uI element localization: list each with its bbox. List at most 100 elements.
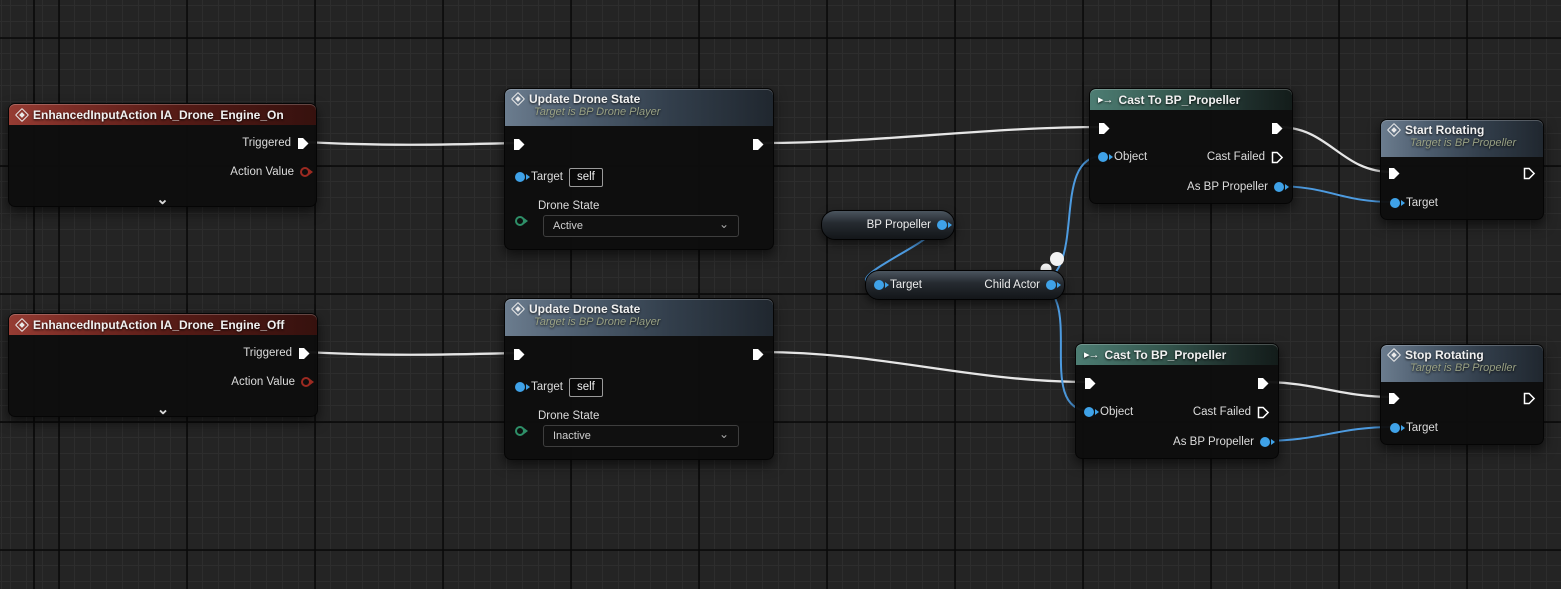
exec-out-row [752,347,765,361]
data-pin-target-in[interactable] [874,280,884,290]
wire-exec-cast-start[interactable] [1277,125,1393,174]
pin-row-action-value: Action Value [230,165,310,179]
node-cast-to-bp-propeller-bottom[interactable]: ▸→ Cast To BP_Propeller Object Cast Fail… [1075,343,1279,459]
enum-pin-row [515,214,525,228]
exec-out-row [1523,166,1536,180]
collapse-chevron-icon[interactable]: ⌄ [156,192,169,207]
exec-in-row [513,137,526,151]
node-header: Start Rotating Target is BP Propeller [1381,120,1543,157]
pin-label: Object [1100,406,1134,418]
drone-state-label: Drone State [538,200,600,212]
exec-pin-out[interactable] [752,138,765,151]
node-bp-propeller-getter[interactable]: BP Propeller [821,210,955,240]
pin-label: As BP Propeller [1173,436,1254,448]
data-pin-drone-state[interactable] [515,426,525,436]
target-self-box[interactable]: self [568,167,603,187]
pin-label: Action Value [230,166,294,178]
node-title: Update Drone State [529,302,641,316]
node-stop-rotating[interactable]: Stop Rotating Target is BP Propeller Tar… [1380,344,1544,445]
chevron-down-icon: ⌄ [718,427,729,441]
drone-state-dropdown[interactable]: Inactive ⌄ [543,425,739,447]
node-subtitle: Target is BP Drone Player [534,316,661,328]
exec-pin-out[interactable] [1523,392,1536,405]
pin-row-triggered: Triggered [242,136,310,150]
pin-label: Target [531,381,563,393]
node-cast-to-bp-propeller-top[interactable]: ▸→ Cast To BP_Propeller Object Cast Fail… [1089,88,1293,204]
node-header: Stop Rotating Target is BP Propeller [1381,345,1543,382]
data-pin-object[interactable] [1084,407,1094,417]
function-diamond-icon [510,91,526,107]
wire-data-asprop-stop-target[interactable] [1260,426,1394,442]
dropdown-value: Active [553,220,583,232]
data-pin-propeller-out[interactable] [937,220,947,230]
object-row: Object [1098,150,1147,164]
exec-pin-out[interactable] [1257,377,1270,390]
wire-exec-engineoff-update[interactable] [303,350,518,356]
exec-pin-in[interactable] [1098,122,1111,135]
node-header: EnhancedInputAction IA_Drone_Engine_On [9,104,316,125]
node-update-drone-state-inactive[interactable]: Update Drone State Target is BP Drone Pl… [504,298,774,460]
data-pin-target[interactable] [515,382,525,392]
node-title: EnhancedInputAction IA_Drone_Engine_On [33,107,284,122]
wire-exec-engineon-update[interactable] [301,140,518,146]
exec-out-row [1257,376,1270,390]
node-subtitle: Target is BP Drone Player [534,106,661,118]
node-title: Start Rotating [1405,123,1485,137]
data-pin-child-actor-out[interactable] [1046,280,1056,290]
exec-pin-out[interactable] [752,348,765,361]
node-title: Stop Rotating [1405,348,1484,362]
target-row: Target self [515,167,603,187]
node-title: EnhancedInputAction IA_Drone_Engine_Off [33,317,285,332]
data-pin-action-value[interactable] [301,377,311,387]
exec-pin-out[interactable] [1271,122,1284,135]
wire-exec-update-cast-bottom[interactable] [757,350,1091,384]
data-pin-as-bp-propeller[interactable] [1260,437,1270,447]
data-pin-target[interactable] [1390,198,1400,208]
node-start-rotating[interactable]: Start Rotating Target is BP Propeller Ta… [1380,119,1544,220]
node-event-engine-on[interactable]: EnhancedInputAction IA_Drone_Engine_On T… [8,103,317,207]
drone-state-dropdown[interactable]: Active ⌄ [543,215,739,237]
data-pin-object[interactable] [1098,152,1108,162]
exec-pin-in[interactable] [513,348,526,361]
cast-failed-row: Cast Failed [1193,405,1270,419]
exec-pin-in[interactable] [513,138,526,151]
exec-pin-triggered[interactable] [298,347,311,360]
data-pin-target[interactable] [515,172,525,182]
data-pin-drone-state[interactable] [515,216,525,226]
wire-exec-update-cast-top[interactable] [757,125,1105,145]
pin-label: Target [1406,422,1438,434]
function-diamond-icon [510,301,526,317]
data-pin-as-bp-propeller[interactable] [1274,182,1284,192]
exec-pin-in[interactable] [1084,377,1097,390]
exec-pin-in[interactable] [1388,167,1401,180]
pin-label: Child Actor [984,279,1040,291]
exec-in-row [1388,166,1401,180]
exec-pin-triggered[interactable] [297,137,310,150]
target-pin-group: Target [874,279,922,291]
target-row: Target [1390,196,1438,210]
exec-pin-cast-failed[interactable] [1271,151,1284,164]
event-diamond-icon [14,317,30,332]
pin-label: As BP Propeller [1187,181,1268,193]
pin-row-action-value: Action Value [231,375,311,389]
blueprint-graph-canvas[interactable]: EnhancedInputAction IA_Drone_Engine_On T… [0,0,1561,589]
pin-label: Action Value [231,376,295,388]
exec-pin-cast-failed[interactable] [1257,406,1270,419]
cast-icon: ▸→ [1084,349,1100,361]
pin-label: Target [531,171,563,183]
node-header: Update Drone State Target is BP Drone Pl… [505,89,773,126]
exec-pin-in[interactable] [1388,392,1401,405]
collapse-chevron-icon[interactable]: ⌄ [157,402,170,417]
data-pin-target[interactable] [1390,423,1400,433]
node-update-drone-state-active[interactable]: Update Drone State Target is BP Drone Pl… [504,88,774,250]
data-pin-action-value[interactable] [300,167,310,177]
exec-pin-out[interactable] [1523,167,1536,180]
wire-exec-cast-stop[interactable] [1262,380,1393,399]
function-diamond-icon [1386,347,1402,363]
target-self-box[interactable]: self [568,377,603,397]
pin-label: Cast Failed [1192,406,1251,418]
node-event-engine-off[interactable]: EnhancedInputAction IA_Drone_Engine_Off … [8,313,318,417]
cast-failed-row: Cast Failed [1207,150,1284,164]
node-header: Update Drone State Target is BP Drone Pl… [505,299,773,336]
node-get-child-actor[interactable]: Target Child Actor [865,270,1065,300]
